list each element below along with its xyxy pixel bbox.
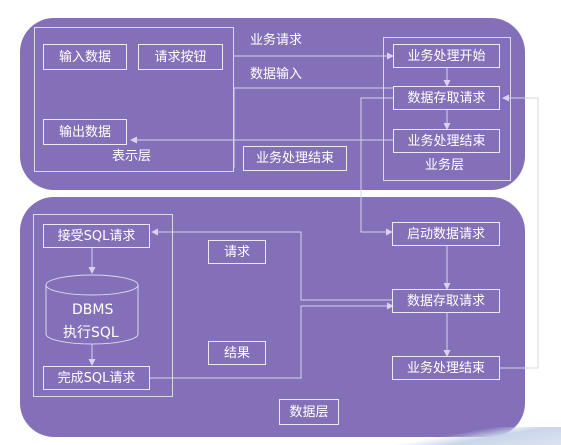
presentation-layer-label: 表示层 [112, 149, 152, 164]
result-label-box: 结果 [208, 341, 266, 365]
data-access-box: 数据存取请求 [392, 289, 500, 313]
business-start-box: 业务处理开始 [393, 44, 500, 68]
data-input-label: 数据输入 [250, 67, 303, 82]
input-data-box: 输入数据 [43, 44, 127, 70]
corner-decoration [381, 427, 561, 445]
receive-sql-box: 接受SQL请求 [43, 224, 150, 248]
data-layer-label: 数据层 [279, 399, 339, 425]
output-data-box: 输出数据 [43, 119, 127, 145]
dbms-name-label: DBMS [72, 302, 114, 318]
complete-sql-box: 完成SQL请求 [43, 366, 150, 390]
business-data-access-box: 数据存取请求 [393, 86, 500, 110]
business-request-label: 业务请求 [250, 33, 303, 48]
business-end-static-box: 业务处理结束 [243, 146, 347, 171]
data-business-end-box: 业务处理结束 [392, 356, 500, 380]
business-end-box: 业务处理结束 [393, 129, 500, 153]
start-data-request-box: 启动数据请求 [392, 222, 500, 246]
business-layer-label: 业务层 [425, 158, 465, 173]
request-button-box: 请求按钮 [138, 44, 223, 70]
exec-sql-label: 执行SQL [63, 325, 119, 341]
request-label-box: 请求 [208, 240, 266, 264]
